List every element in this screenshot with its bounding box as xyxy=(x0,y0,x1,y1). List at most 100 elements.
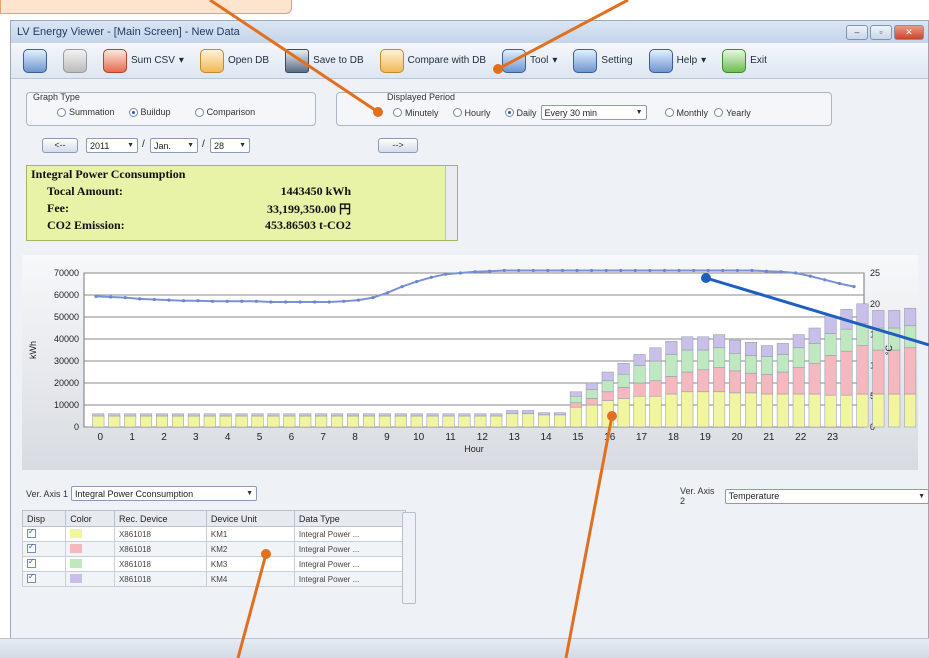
checkbox-icon[interactable] xyxy=(27,527,36,538)
disp-cell[interactable] xyxy=(21,571,67,587)
period-daily[interactable]: Daily xyxy=(504,108,537,118)
day-select[interactable]: 28 ▼ xyxy=(210,138,250,153)
stacked-bar-segment xyxy=(904,347,917,395)
interval-select[interactable]: Every 30 min ▼ xyxy=(540,105,647,120)
option-label: Comparison xyxy=(206,107,256,117)
stacked-bar-segment xyxy=(569,406,582,428)
temperature-point xyxy=(750,268,754,273)
color-swatch[interactable] xyxy=(70,543,83,553)
period-minutely[interactable]: Minutely xyxy=(393,108,439,118)
table-row[interactable]: X861018KM4Integral Power ... xyxy=(21,571,407,587)
table-row[interactable]: X861018KM3Integral Power ... xyxy=(21,556,407,572)
x-tick-label: 17 xyxy=(636,432,648,443)
disp-cell[interactable] xyxy=(21,541,67,557)
stacked-bar-segment xyxy=(140,413,153,417)
stacked-bar-segment xyxy=(744,342,757,356)
stacked-bar-segment xyxy=(553,412,566,416)
exit-label: Exit xyxy=(750,55,767,66)
x-tick-label: 4 xyxy=(225,432,231,443)
compare-with-db-button[interactable]: Compare with DB xyxy=(376,47,490,75)
y-tick-label: 60000 xyxy=(54,290,79,300)
x-tick-label: 14 xyxy=(540,432,552,443)
stacked-bar-segment xyxy=(394,413,407,417)
stacked-bar-segment xyxy=(171,413,184,417)
back-button[interactable] xyxy=(19,47,51,75)
color-swatch[interactable] xyxy=(70,528,83,538)
forward-icon xyxy=(63,48,87,73)
year-select[interactable]: 2011 ▼ xyxy=(86,138,138,153)
temperature-point xyxy=(560,268,565,273)
col-data-type[interactable]: Data Type xyxy=(293,510,407,527)
stacked-bar-segment xyxy=(474,413,487,417)
table-row[interactable]: X861018KM1Integral Power ... xyxy=(21,526,407,542)
disp-cell[interactable] xyxy=(21,526,67,542)
option-label: Monthly xyxy=(676,107,709,118)
ver-axis-1-value: Integral Power Cconsumption xyxy=(75,488,194,499)
rec-device-cell: X861018 xyxy=(113,541,207,557)
checkbox-icon[interactable] xyxy=(27,557,36,568)
stacked-bar-segment xyxy=(490,413,503,417)
y-tick-label: 20000 xyxy=(54,378,79,388)
date-separator: / xyxy=(202,139,205,150)
stacked-bar-segment xyxy=(840,328,853,352)
period-hourly[interactable]: Hourly xyxy=(452,107,491,118)
col-color[interactable]: Color xyxy=(65,510,115,527)
checkbox-icon[interactable] xyxy=(27,572,36,583)
color-cell[interactable] xyxy=(65,556,115,572)
forward-button[interactable] xyxy=(59,47,91,75)
stacked-bar-segment xyxy=(156,413,168,417)
graph-type-summation[interactable]: Summation xyxy=(57,107,115,117)
ver-axis-2-select[interactable]: Temperature ▼ xyxy=(724,488,929,504)
temperature-point xyxy=(779,270,783,274)
prev-date-button[interactable]: <-- xyxy=(42,138,78,153)
col-disp[interactable]: Disp xyxy=(21,510,67,527)
stacked-bar-segment xyxy=(824,333,837,356)
close-button[interactable]: ✕ xyxy=(894,24,924,40)
period-yearly[interactable]: Yearly xyxy=(714,108,751,118)
exit-button[interactable]: Exit xyxy=(718,47,771,75)
option-label: Hourly xyxy=(464,107,491,118)
col-device-unit[interactable]: Device Unit xyxy=(205,510,295,527)
ver-axis-2-label: Ver. Axis 2 xyxy=(680,486,715,506)
graph-type-comparison[interactable]: Comparison xyxy=(194,107,256,117)
stacked-bar-segment xyxy=(808,343,821,364)
table-row[interactable]: X861018KM2Integral Power ... xyxy=(21,541,407,557)
setting-button[interactable]: Setting xyxy=(569,47,636,75)
color-swatch[interactable] xyxy=(70,573,83,583)
tool-button[interactable]: Tool ▾ xyxy=(498,47,561,75)
disp-cell[interactable] xyxy=(21,556,67,572)
open-db-button[interactable]: Open DB xyxy=(196,47,273,75)
x-tick-label: 2 xyxy=(161,432,167,443)
temperature-point xyxy=(94,294,98,298)
temperature-point xyxy=(196,299,200,303)
chart-area: 0 10000 20000 30000 40000 50000 60000 70000 0 5 10… xyxy=(22,255,929,470)
stacked-bar-segment xyxy=(156,415,168,428)
sum-csv-button[interactable]: Sum CSV ▾ xyxy=(99,47,188,75)
ver-axis-1-select[interactable]: Integral Power Cconsumption ▼ xyxy=(71,486,258,501)
stacked-bar-segment xyxy=(235,415,248,428)
device-table-scrollbar[interactable] xyxy=(402,512,416,604)
col-rec-device[interactable]: Rec. Device xyxy=(113,510,207,527)
save-to-db-button[interactable]: Save to DB xyxy=(281,47,368,75)
stacked-bar-segment xyxy=(362,413,375,417)
temperature-point xyxy=(852,285,856,289)
stacked-bar-segment xyxy=(585,404,598,428)
temperature-point xyxy=(109,295,113,299)
stacked-bar-segment xyxy=(251,413,264,417)
device-unit-cell: KM3 xyxy=(205,556,295,572)
period-monthly[interactable]: Monthly xyxy=(664,107,709,118)
color-cell[interactable] xyxy=(65,526,115,542)
next-date-button[interactable]: --> xyxy=(378,138,418,153)
color-cell[interactable] xyxy=(65,541,115,557)
graph-type-buildup[interactable]: Buildup xyxy=(128,107,171,117)
maximize-button[interactable]: ▫ xyxy=(870,24,892,40)
temperature-point xyxy=(283,300,288,304)
color-swatch[interactable] xyxy=(70,558,83,568)
color-cell[interactable] xyxy=(65,571,115,587)
info-scrollbar[interactable] xyxy=(445,166,457,240)
minimize-button[interactable]: – xyxy=(846,24,868,40)
x-tick-label: 9 xyxy=(384,432,390,443)
checkbox-icon[interactable] xyxy=(27,542,36,553)
help-button[interactable]: Help ▾ xyxy=(645,47,711,75)
month-select[interactable]: Jan. ▼ xyxy=(150,138,198,153)
